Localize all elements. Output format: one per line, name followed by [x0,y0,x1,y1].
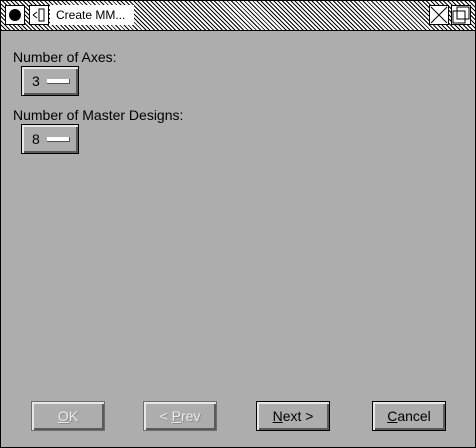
masters-label: Number of Master Designs: [13,107,184,123]
axes-option-menu[interactable]: 3 [21,66,79,96]
circle-close-icon[interactable] [5,5,25,25]
title-bar[interactable]: Create MM... [1,1,475,31]
next-button[interactable]: Next > [256,401,330,431]
ok-button[interactable]: OK [31,401,105,431]
axes-label: Number of Axes: [13,49,117,65]
option-indicator-icon [47,137,70,142]
cancel-button[interactable]: Cancel [372,401,446,431]
prev-button[interactable]: < Prev [143,401,217,431]
masters-option-menu[interactable]: 8 [21,124,79,154]
iconify-x-icon[interactable] [429,5,449,25]
window-title: Create MM... [56,8,126,22]
window-menu-icon[interactable] [29,5,49,25]
dialog-window: Create MM... Number of Axes: 3 Number of… [0,0,476,448]
window-title-area: Create MM... [50,5,134,25]
option-indicator-icon [47,79,70,84]
axes-value: 3 [32,73,40,89]
masters-value: 8 [32,131,40,147]
maximize-icon[interactable] [451,5,471,25]
